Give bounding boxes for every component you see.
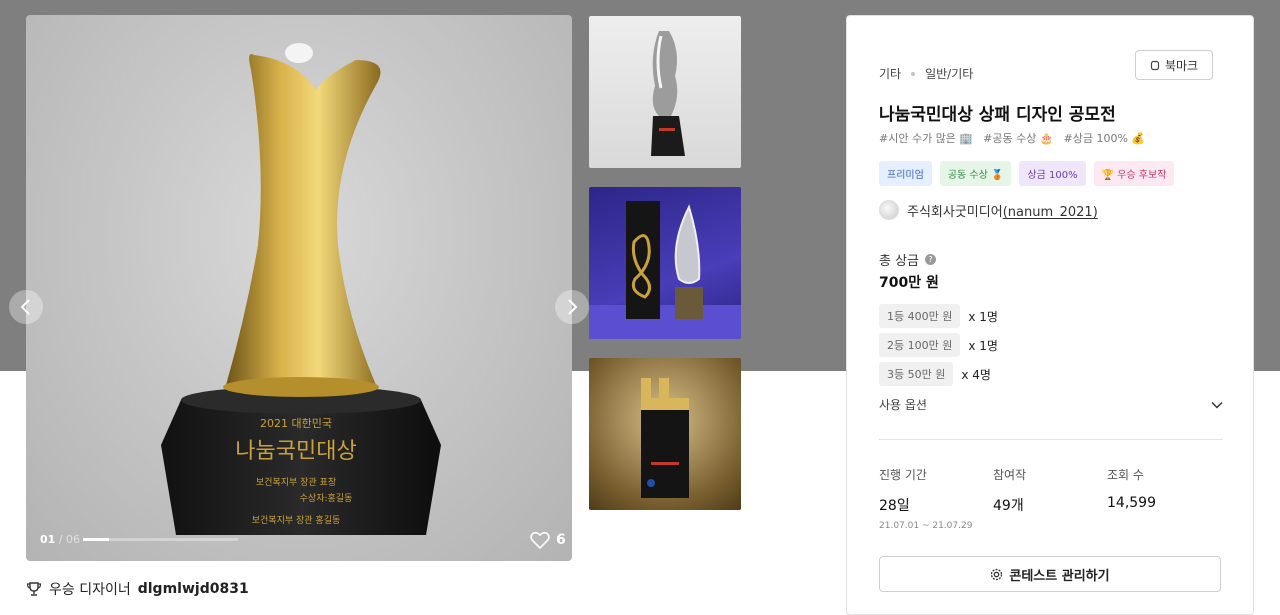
slide-total: / 06 (58, 533, 81, 546)
trophy-engraving-line3: 보건복지부 장관 표창 (256, 477, 336, 488)
prize-count: x 1명 (968, 309, 998, 324)
slide-progress-fill (83, 538, 110, 541)
badge-winner-candidate: 🏆 우승 후보작 (1093, 161, 1175, 186)
stat-views: 조회 수 14,599 (1107, 466, 1156, 511)
badge-list: 프리미엄 공동 수상 🥉 상금 100% 🏆 우승 후보작 (879, 161, 1175, 186)
host-name: 주식회사굿미디어 (907, 204, 1003, 220)
manage-contest-button[interactable]: 콘테스트 관리하기 (879, 556, 1221, 592)
trophy-engraving-line5: 보건복지부 장관 홍길동 (252, 514, 341, 526)
stat-views-value: 14,599 (1107, 495, 1156, 511)
prize-row: 3등 50만 원 x 4명 (879, 362, 991, 386)
contest-info-panel: 기타 일반/기타 북마크 나눔국민대상 상패 디자인 공모전 #시안 수가 많은… (846, 15, 1254, 615)
breadcrumb: 기타 일반/기타 (879, 65, 973, 82)
options-toggle[interactable]: 사용 옵션 (879, 396, 1223, 413)
badge-joint-award: 공동 수상 🥉 (939, 161, 1012, 186)
hashtag[interactable]: #상금 100% 💰 (1064, 130, 1146, 146)
trophy-image: 2021 대한민국 나눔국민대상 보건복지부 장관 표창 수상자:홍길동 보건복… (161, 43, 441, 535)
prize-tier: 3등 50만 원 (879, 362, 954, 386)
stat-views-label: 조회 수 (1107, 468, 1144, 482)
prize-row: 2등 100만 원 x 1명 (879, 333, 998, 357)
manage-contest-label: 콘테스트 관리하기 (1009, 568, 1110, 584)
hashtag[interactable]: #시안 수가 많은 🏢 (879, 130, 973, 146)
prize-count: x 1명 (968, 338, 998, 353)
stat-period-label: 진행 기간 (879, 468, 927, 482)
thumbnail-3-image (641, 378, 689, 498)
stat-entries: 참여작 49개 (993, 466, 1026, 515)
breadcrumb-separator (911, 71, 916, 76)
hashtag[interactable]: #공동 수상 🎂 (983, 130, 1053, 146)
gear-icon (991, 568, 1003, 580)
like-count: 6 (556, 532, 566, 548)
slide-counter: 01 / 06 (40, 533, 80, 546)
breadcrumb-subcategory[interactable]: 일반/기타 (925, 65, 973, 82)
help-icon[interactable]: ? (925, 254, 937, 265)
bookmark-icon (1150, 60, 1160, 70)
divider (879, 439, 1223, 440)
thumbnail-2-image (589, 201, 741, 339)
heart-icon (530, 531, 550, 549)
trophy-engraving-line1: 2021 대한민국 (260, 417, 332, 430)
badge-premium: 프리미엄 (879, 161, 932, 186)
bookmark-label: 북마크 (1164, 58, 1199, 73)
hashtag-list: #시안 수가 많은 🏢 #공동 수상 🎂 #상금 100% 💰 (879, 130, 1145, 146)
badge-full-prize: 상금 100% (1019, 161, 1086, 186)
slide-progress (83, 538, 238, 541)
options-label: 사용 옵션 (879, 398, 927, 412)
winner-id[interactable]: dlgmlwjd0831 (138, 581, 249, 597)
prize-tier: 1등 400만 원 (879, 304, 961, 328)
stat-entries-value: 49개 (993, 498, 1024, 514)
chevron-right-icon (568, 299, 578, 315)
winner-designer: 우승 디자이너 dlgmlwjd0831 (26, 579, 249, 599)
total-prize-heading: 총 상금 ? (879, 250, 937, 269)
thumbnail-1[interactable] (589, 16, 741, 168)
thumbnail-1-image (651, 31, 685, 156)
host-avatar (879, 200, 899, 220)
chevron-down-icon (1211, 401, 1223, 409)
like-button[interactable]: 6 (530, 531, 566, 549)
host-info: 주식회사굿미디어(nanum_2021) (879, 200, 1098, 220)
stat-entries-label: 참여작 (993, 468, 1027, 482)
prize-tier: 2등 100만 원 (879, 333, 961, 357)
total-prize-label: 총 상금 (879, 254, 920, 269)
trophy-engraving-line4: 수상자:홍길동 (300, 492, 353, 504)
main-image[interactable]: 2021 대한민국 나눔국민대상 보건복지부 장관 표창 수상자:홍길동 보건복… (26, 15, 572, 561)
prize-row: 1등 400만 원 x 1명 (879, 304, 998, 328)
total-prize-value: 700만 원 (879, 275, 939, 291)
slide-current: 01 (40, 533, 56, 546)
next-slide-button[interactable] (555, 290, 589, 324)
contest-title: 나눔국민대상 상패 디자인 공모전 (879, 105, 1116, 125)
stat-period-value: 28일 (879, 498, 910, 514)
stat-period: 진행 기간 28일 21.07.01 ~ 21.07.29 (879, 466, 972, 531)
winner-label: 우승 디자이너 (49, 582, 131, 598)
stat-period-range: 21.07.01 ~ 21.07.29 (879, 521, 973, 531)
chevron-left-icon (20, 299, 30, 315)
trophy-engraving-line2: 나눔국민대상 (235, 439, 356, 464)
thumbnail-3[interactable] (589, 358, 741, 510)
thumbnail-2[interactable] (589, 187, 741, 339)
prev-slide-button[interactable] (9, 290, 43, 324)
trophy-icon (26, 582, 42, 596)
host-id-link[interactable]: (nanum_2021) (1003, 205, 1098, 220)
breadcrumb-category[interactable]: 기타 (879, 65, 901, 82)
prize-count: x 4명 (961, 367, 991, 382)
bookmark-button[interactable]: 북마크 (1135, 50, 1213, 80)
